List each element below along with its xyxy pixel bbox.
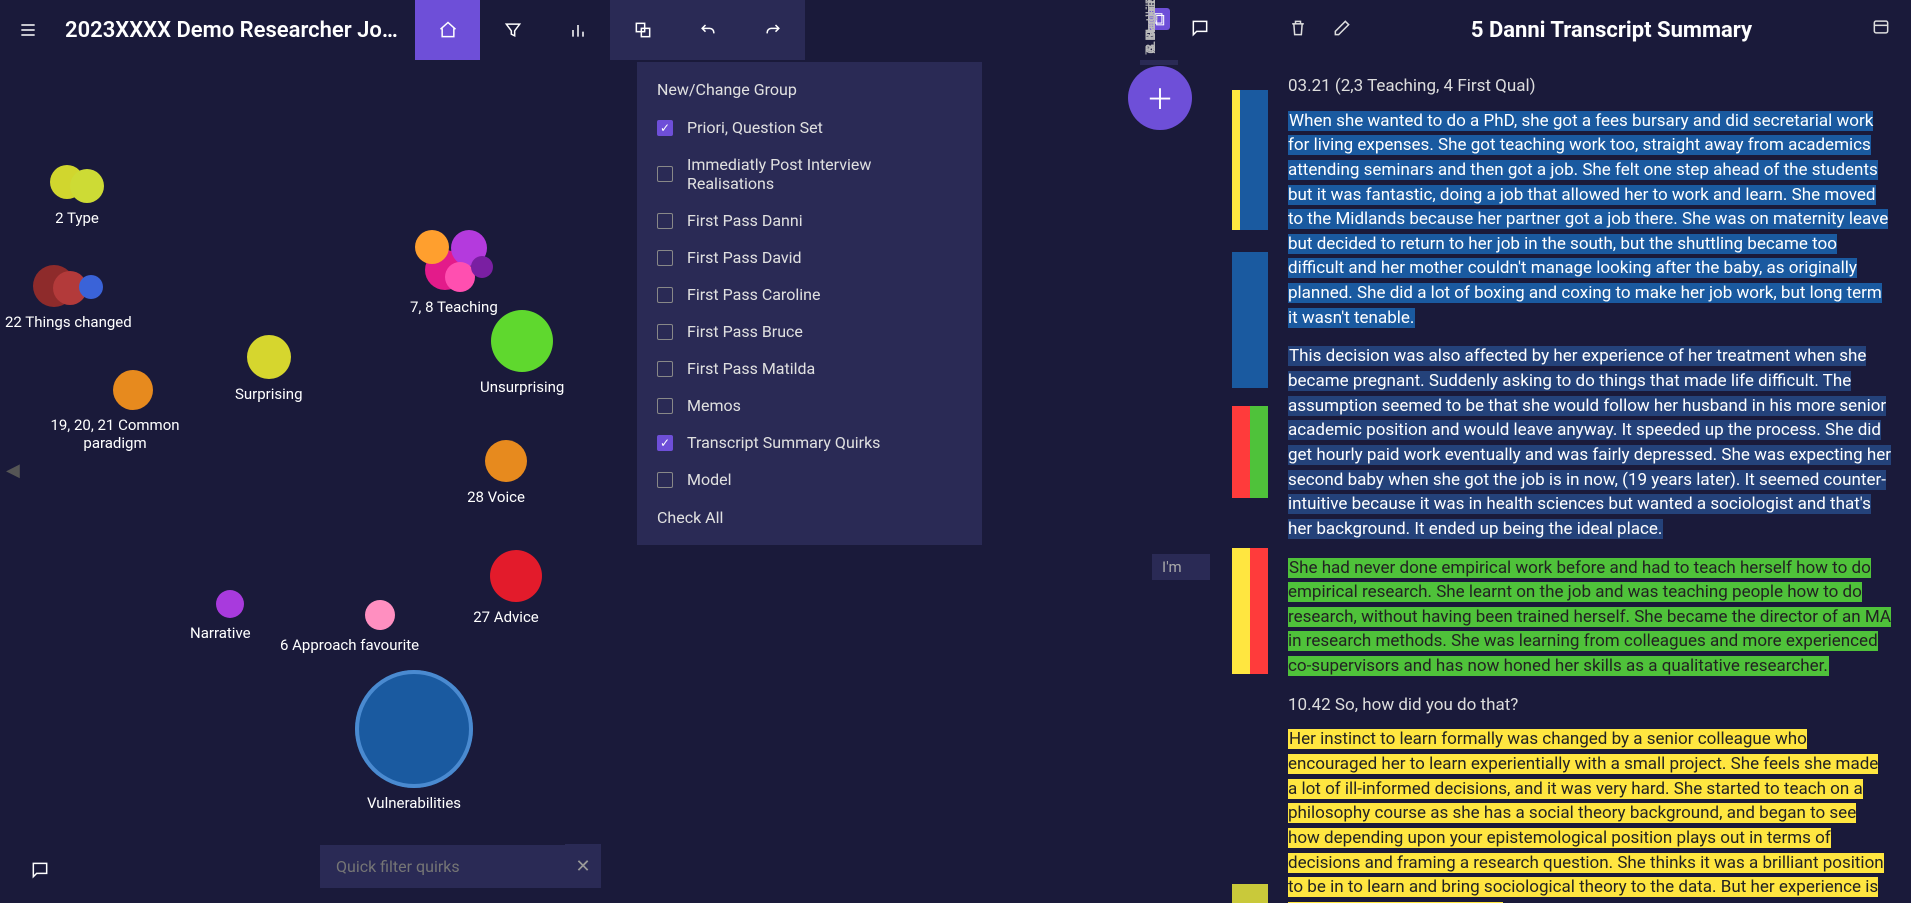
group-option-label: Model	[687, 470, 732, 489]
redo-button[interactable]	[740, 0, 805, 60]
timestamp-line: 03.21 (2,3 Teaching, 4 First Qual)	[1288, 74, 1891, 99]
home-button[interactable]	[415, 0, 480, 60]
group-option[interactable]: ✓ Transcript Summary Quirks	[637, 424, 982, 461]
group-option[interactable]: First Pass Matilda	[637, 350, 982, 387]
bubble-node[interactable]: 19, 20, 21 Common paradigm	[25, 370, 205, 452]
comment-button[interactable]	[30, 860, 50, 885]
check-all[interactable]: Check All	[637, 498, 982, 537]
quick-filter-input[interactable]	[320, 845, 565, 888]
node-label: 19, 20, 21 Common paradigm	[25, 416, 205, 452]
collapse-left-icon[interactable]: ◀	[6, 460, 20, 481]
project-title: 2023XXXX Demo Researcher Jour…	[55, 18, 415, 43]
bubble-node[interactable]: Narrative	[190, 590, 251, 642]
group-option-label: Priori, Question Set	[687, 118, 823, 137]
document-title: 5 Danni Transcript Summary	[1471, 18, 1752, 43]
checkbox[interactable]	[657, 213, 673, 229]
group-option[interactable]: First Pass Bruce	[637, 313, 982, 350]
group-option[interactable]: First Pass Caroline	[637, 276, 982, 313]
bubble-node[interactable]: 6 Approach favourite	[280, 600, 419, 654]
node-label: 22 Things changed	[5, 313, 132, 331]
checkbox[interactable]	[657, 287, 673, 303]
chart-button[interactable]	[545, 0, 610, 60]
group-option[interactable]: ✓ Priori, Question Set	[637, 109, 982, 146]
add-tab-button[interactable]: ＋	[1128, 66, 1192, 130]
bubble-node[interactable]: Vulnerabilities	[355, 670, 473, 812]
node-label: Surprising	[235, 385, 303, 403]
paragraph-text[interactable]: She had never done empirical work before…	[1288, 558, 1891, 677]
group-option-label: First Pass Matilda	[687, 359, 815, 378]
document-body[interactable]: 03.21 (2,3 Teaching, 4 First Qual) When s…	[1268, 60, 1911, 903]
document-card-icon[interactable]	[1871, 17, 1891, 43]
edit-icon[interactable]	[1332, 18, 1352, 43]
group-option[interactable]: Immediatly Post Interview Realisations	[637, 146, 982, 202]
hamburger-menu[interactable]	[0, 0, 55, 60]
bubble-node[interactable]: 2 Type	[50, 165, 104, 227]
group-option-label: First Pass Danni	[687, 211, 803, 230]
checkbox[interactable]	[657, 166, 673, 182]
dropdown-header: New/Change Group	[637, 70, 982, 109]
tab-strip: ＋ ✕3. Roger Hea…✕4. Jackie Soci…✕5. Dann…	[1140, 0, 1178, 903]
checkbox[interactable]	[657, 361, 673, 377]
group-option[interactable]: Model	[637, 461, 982, 498]
bubble-node[interactable]: 22 Things changed	[5, 265, 132, 331]
group-option-label: Immediatly Post Interview Realisations	[687, 155, 962, 193]
node-label: 28 Voice	[467, 488, 525, 506]
undo-button[interactable]	[675, 0, 740, 60]
timestamp-line: 10.42 So, how did you do that?	[1288, 693, 1891, 718]
checkbox[interactable]	[657, 398, 673, 414]
bubble-node[interactable]: Surprising	[235, 335, 303, 403]
bubble-node[interactable]: Unsurprising	[480, 310, 564, 396]
node-label: Vulnerabilities	[367, 794, 461, 812]
group-option-label: Transcript Summary Quirks	[687, 433, 880, 452]
node-label: 2 Type	[55, 209, 99, 227]
group-option[interactable]: First Pass Danni	[637, 202, 982, 239]
group-option-label: Memos	[687, 396, 741, 415]
tab-label: 7. Bruce Edu…	[1144, 0, 1159, 55]
node-label: Unsurprising	[480, 378, 564, 396]
bubble-node[interactable]: 27 Advice	[470, 550, 542, 626]
vertical-tab[interactable]: ✕7. Bruce Edu…	[1140, 64, 1178, 65]
group-option-label: First Pass Bruce	[687, 322, 803, 341]
document-comment-button[interactable]	[1190, 18, 1210, 43]
delete-icon[interactable]	[1288, 18, 1308, 43]
bubble-node[interactable]: 28 Voice	[465, 440, 527, 506]
quick-filter-clear[interactable]: ✕	[565, 844, 601, 888]
bubble-node[interactable]: 7, 8 Teaching	[410, 230, 498, 316]
checkbox[interactable]	[657, 472, 673, 488]
checkbox[interactable]: ✓	[657, 120, 673, 136]
checkbox[interactable]	[657, 324, 673, 340]
node-label: 27 Advice	[473, 608, 539, 626]
paragraph-text[interactable]: When she wanted to do a PhD, she got a f…	[1288, 111, 1888, 328]
highlight-gutter	[1178, 0, 1268, 903]
node-label: 6 Approach favourite	[280, 636, 419, 654]
group-button[interactable]	[610, 0, 675, 60]
checkbox[interactable]: ✓	[657, 435, 673, 451]
group-dropdown: New/Change Group ✓ Priori, Question Set Im…	[637, 62, 982, 545]
inline-text-snippet: I'm	[1152, 554, 1210, 580]
paragraph-text[interactable]: Her instinct to learn formally was chang…	[1288, 729, 1884, 903]
checkbox[interactable]	[657, 250, 673, 266]
group-option-label: First Pass David	[687, 248, 802, 267]
filter-button[interactable]	[480, 0, 545, 60]
group-option[interactable]: Memos	[637, 387, 982, 424]
node-label: Narrative	[190, 624, 251, 642]
group-option-label: First Pass Caroline	[687, 285, 820, 304]
group-option[interactable]: First Pass David	[637, 239, 982, 276]
paragraph-text[interactable]: This decision was also affected by her e…	[1288, 346, 1891, 538]
